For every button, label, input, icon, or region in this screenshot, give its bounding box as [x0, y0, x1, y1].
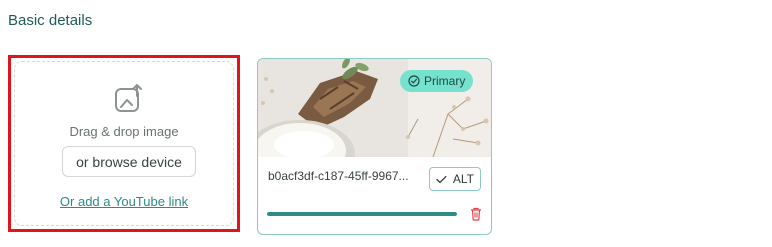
- image-upload-icon: [115, 84, 142, 112]
- checkmark-icon: [436, 175, 447, 183]
- media-card[interactable]: Primary b0acf3df-c187-45ff-9967... ALT: [257, 58, 492, 235]
- image-dropzone[interactable]: Drag & drop image or browse device Or ad…: [8, 55, 240, 232]
- delete-image-button[interactable]: [468, 205, 484, 223]
- alt-text-button[interactable]: ALT: [429, 167, 481, 191]
- file-name: b0acf3df-c187-45ff-9967...: [268, 169, 409, 183]
- add-youtube-link[interactable]: Or add a YouTube link: [15, 194, 233, 209]
- upload-progress-fill: [267, 212, 457, 216]
- upload-progress-bar: [267, 212, 457, 216]
- primary-badge: Primary: [400, 70, 474, 92]
- section-title: Basic details: [8, 12, 93, 29]
- primary-badge-label: Primary: [424, 74, 466, 88]
- alt-button-label: ALT: [452, 172, 474, 186]
- drag-drop-text: Drag & drop image: [69, 124, 179, 139]
- trash-icon: [471, 207, 481, 221]
- browse-device-button[interactable]: or browse device: [62, 146, 196, 177]
- check-circle-icon: [408, 75, 420, 87]
- dropzone-inner[interactable]: Drag & drop image or browse device Or ad…: [14, 61, 234, 226]
